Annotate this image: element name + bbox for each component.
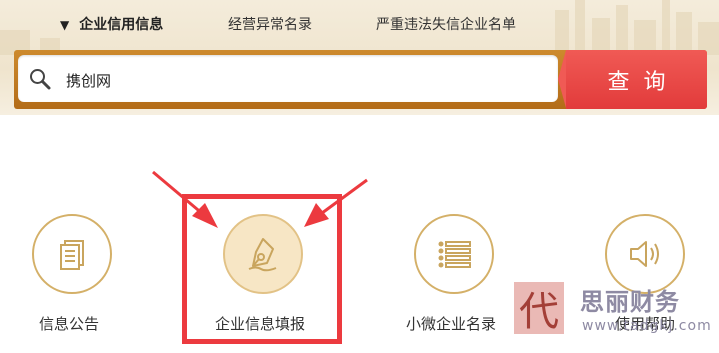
tab-serious-violation-list[interactable]: 严重违法失信企业名单 (376, 14, 516, 34)
search-input-wrapper (18, 55, 558, 102)
document-icon (60, 240, 84, 270)
search-bar: 查询 (14, 50, 707, 109)
small-micro-enterprise-list-label[interactable]: 小微企业名录 (406, 313, 496, 334)
search-input[interactable] (64, 65, 548, 95)
caret-down-icon: ▼ (60, 18, 70, 32)
watermark-name: 思丽财务 (580, 288, 680, 316)
watermark-url: www.tadgkj.com (582, 318, 712, 334)
search-tabs: ▼ 企业信用信息 经营异常名录 严重违法失信企业名单 (0, 14, 719, 38)
tab-label: 企业信用信息 (79, 17, 164, 33)
pen-nib-icon (248, 238, 277, 272)
announcement-button[interactable] (32, 214, 112, 294)
speaker-icon (630, 241, 659, 267)
enterprise-info-report-label[interactable]: 企业信息填报 (215, 313, 305, 334)
search-button[interactable]: 查询 (558, 50, 707, 109)
watermark-seal-char: 代 (519, 289, 559, 335)
tab-label: 经营异常名录 (228, 17, 312, 33)
list-icon (438, 241, 471, 268)
watermark-seal: 代 (514, 282, 564, 335)
enterprise-info-report-button[interactable] (223, 214, 303, 294)
search-icon (30, 69, 51, 90)
arrow-left-icon (152, 170, 218, 228)
arrow-right-icon (304, 178, 368, 227)
tab-label: 严重违法失信企业名单 (376, 17, 516, 33)
small-micro-enterprise-list-button[interactable] (414, 214, 494, 294)
tab-enterprise-credit-info[interactable]: ▼ 企业信用信息 (60, 14, 163, 34)
announcement-label[interactable]: 信息公告 (39, 313, 99, 334)
search-button-label: 查询 (607, 69, 680, 95)
tab-abnormal-operations-list[interactable]: 经营异常名录 (228, 14, 312, 34)
